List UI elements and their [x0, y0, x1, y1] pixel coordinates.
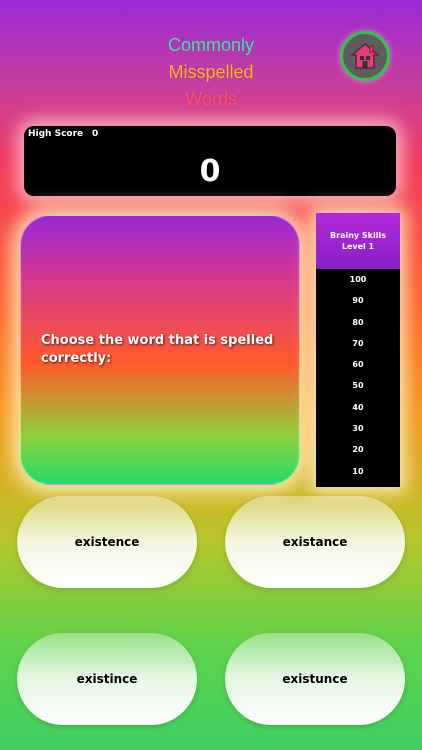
current-score: 0 [199, 154, 221, 189]
points-step: 10 [352, 466, 364, 476]
points-step: 50 [352, 381, 364, 391]
points-step: 70 [352, 338, 364, 348]
question-text: Choose the word that is spelled correctl… [41, 333, 274, 366]
app-title-line-3: Words [185, 89, 237, 109]
answer-button-3[interactable]: existince [17, 633, 197, 725]
high-score-label: High Score [28, 129, 84, 139]
points-step: 80 [352, 317, 364, 327]
question-card: Choose the word that is spelled correctl… [20, 215, 300, 485]
answer-button-1[interactable]: existence [17, 496, 197, 588]
home-button[interactable] [340, 31, 390, 81]
points-step: 30 [352, 424, 364, 434]
level-title: Brainy Skills [330, 231, 386, 240]
score-panel: High Score 0 0 [24, 126, 396, 196]
house-icon [350, 43, 380, 69]
points-step: 100 [349, 275, 367, 284]
points-ladder: 100 90 80 70 60 50 40 30 20 10 [316, 269, 400, 482]
points-step: 40 [352, 402, 364, 412]
level-panel: Brainy Skills Level 1 100 90 80 70 60 50… [316, 213, 400, 487]
high-score-value: 0 [92, 129, 99, 139]
points-step: 20 [352, 445, 364, 455]
level-header: Brainy Skills Level 1 [316, 213, 400, 269]
points-step: 90 [352, 296, 364, 306]
points-step: 60 [352, 360, 364, 370]
answer-button-2[interactable]: existance [225, 496, 405, 588]
answer-button-4[interactable]: existunce [225, 633, 405, 725]
level-number: Level 1 [341, 242, 375, 251]
